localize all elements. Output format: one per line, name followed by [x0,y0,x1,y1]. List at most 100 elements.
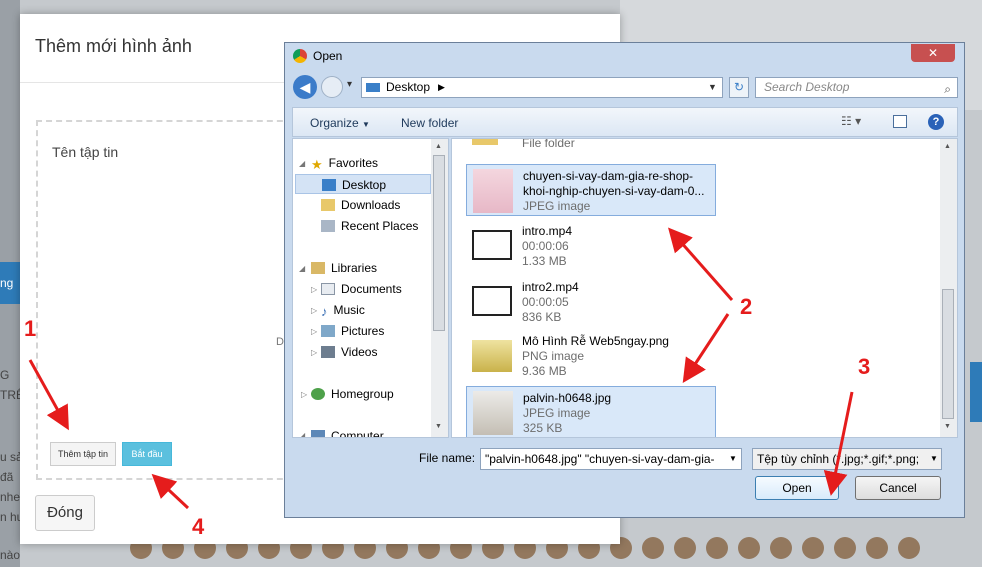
view-options-icon[interactable]: ☷ ▾ [841,114,861,128]
modal-title: Thêm mới hình ảnh [35,36,192,56]
nav-videos[interactable]: Videos [321,342,377,362]
list-item[interactable]: intro.mp4 00:00:06 1.33 MB [466,220,716,272]
annotation-number: 4 [192,514,205,539]
emoji-icon[interactable] [802,537,824,559]
file-type-select[interactable]: Tệp tùy chỉnh (*.jpg;*.gif;*.png; [752,448,942,470]
command-bar: Organize ▼ New folder ☷ ▾ ? [292,107,958,137]
emoji-icon[interactable] [770,537,792,559]
start-upload-button[interactable]: Bắt đầu [122,442,172,466]
expand-arrow-icon[interactable]: ▷ [311,327,317,336]
refresh-icon[interactable]: ↻ [729,77,749,98]
expand-arrow-icon[interactable]: ◢ [299,431,305,437]
nav-documents[interactable]: Documents [321,279,402,299]
expand-arrow-icon[interactable]: ▷ [311,285,317,294]
expand-arrow-icon[interactable]: ▷ [311,306,317,315]
file-list-scrollbar[interactable]: ▲ ▼ [940,139,957,437]
recent-places-icon [321,220,335,232]
emoji-icon[interactable] [866,537,888,559]
chevron-down-icon[interactable]: ▼ [729,454,737,463]
file-type: JPEG image [523,199,591,213]
file-folder-label: File folder [522,138,575,150]
nav-favorites[interactable]: ★ Favorites [311,153,378,173]
expand-arrow-icon[interactable]: ▷ [301,390,307,399]
search-icon[interactable]: ⌕ [944,80,951,99]
nav-label: Favorites [328,156,379,170]
address-text[interactable]: Desktop [386,78,430,97]
organize-label: Organize [310,116,359,130]
organize-button[interactable]: Organize ▼ [310,116,370,130]
forward-arrow-icon[interactable] [321,76,343,98]
expand-arrow-icon[interactable]: ▷ [311,348,317,357]
help-icon[interactable]: ? [928,114,944,130]
nav-libraries[interactable]: Libraries [311,258,377,278]
address-bar[interactable]: Desktop ▶ ▼ [361,77,723,98]
nav-label: Documents [341,282,402,296]
emoji-icon[interactable] [738,537,760,559]
chevron-down-icon[interactable]: ▼ [708,78,717,97]
emoji-icon[interactable] [706,537,728,559]
nav-label: Computer [331,429,384,438]
emoji-icon[interactable] [898,537,920,559]
nav-pictures[interactable]: Pictures [321,321,384,341]
history-dropdown-icon[interactable]: ▾ [347,79,352,90]
nav-label: Desktop [342,178,387,192]
breadcrumb-arrow-icon[interactable]: ▶ [438,78,445,97]
file-name-label: File name: [419,451,476,465]
add-file-button[interactable]: Thêm tập tin [50,442,116,466]
file-name: chuyen-si-vay-dam-gia-re-shop-khoi-nghip… [523,169,705,198]
file-size: 9.36 MB [522,364,567,378]
computer-icon [311,430,325,437]
chrome-icon [293,49,307,63]
scroll-down-icon[interactable]: ▼ [435,423,442,430]
scroll-thumb[interactable] [433,155,445,331]
annotation-number: 2 [740,294,753,319]
close-button[interactable]: Đóng [35,495,95,531]
emoji-icon[interactable] [674,537,696,559]
file-name-field[interactable]: "palvin-h0648.jpg" "chuyen-si-vay-dam-gi… [480,448,742,470]
video-thumbnail [472,230,512,260]
new-folder-button[interactable]: New folder [401,116,458,130]
open-button[interactable]: Open [755,476,839,500]
file-duration: 00:00:05 [522,295,569,309]
nav-scrollbar[interactable]: ▲ ▼ [431,139,448,437]
nav-label: Pictures [341,324,385,338]
file-type: JPEG image [523,406,591,420]
search-input[interactable]: Search Desktop ⌕ [755,77,958,98]
list-item[interactable]: intro2.mp4 00:00:05 836 KB [466,276,716,328]
dialog-title: Open [313,49,343,63]
expand-arrow-icon[interactable]: ◢ [299,264,305,273]
nav-computer[interactable]: Computer [311,426,384,438]
pictures-icon [321,325,335,337]
background-tab: ng [0,262,20,304]
nav-desktop[interactable]: Desktop [295,174,431,194]
background-text: nhe [0,490,21,504]
cancel-button[interactable]: Cancel [855,476,941,500]
list-item[interactable]: chuyen-si-vay-dam-gia-re-shop-khoi-nghip… [466,164,716,216]
list-item[interactable]: Mô Hình Rễ Web5ngay.png PNG image 9.36 M… [466,330,716,382]
nav-recent-places[interactable]: Recent Places [321,216,418,236]
file-name: intro2.mp4 [522,280,579,294]
emoji-icon[interactable] [834,537,856,559]
list-item[interactable]: palvin-h0648.jpg JPEG image 325 KB [466,386,716,437]
expand-arrow-icon[interactable]: ◢ [299,159,305,168]
chevron-down-icon[interactable]: ▼ [930,454,938,463]
background-right-tab [970,362,982,422]
scroll-up-icon[interactable]: ▲ [435,143,442,150]
close-icon[interactable]: ✕ [911,44,955,62]
navigation-pane: ◢ ★ Favorites Desktop Downloads Recent Pl… [292,138,449,438]
emoji-icon[interactable] [642,537,664,559]
scroll-thumb[interactable] [942,289,954,419]
nav-music[interactable]: ♪ Music [321,300,365,320]
star-icon: ★ [311,157,323,172]
back-arrow-icon[interactable]: ◀ [293,75,317,99]
nav-label: Libraries [331,261,378,275]
scroll-down-icon[interactable]: ▼ [944,423,951,430]
file-duration: 00:00:06 [522,239,569,253]
nav-homegroup[interactable]: Homegroup [311,384,394,404]
nav-label: Recent Places [341,219,419,233]
preview-pane-icon[interactable] [893,115,907,128]
scroll-up-icon[interactable]: ▲ [944,143,951,150]
folder-icon [472,139,498,145]
nav-downloads[interactable]: Downloads [321,195,400,215]
videos-icon [321,346,335,358]
